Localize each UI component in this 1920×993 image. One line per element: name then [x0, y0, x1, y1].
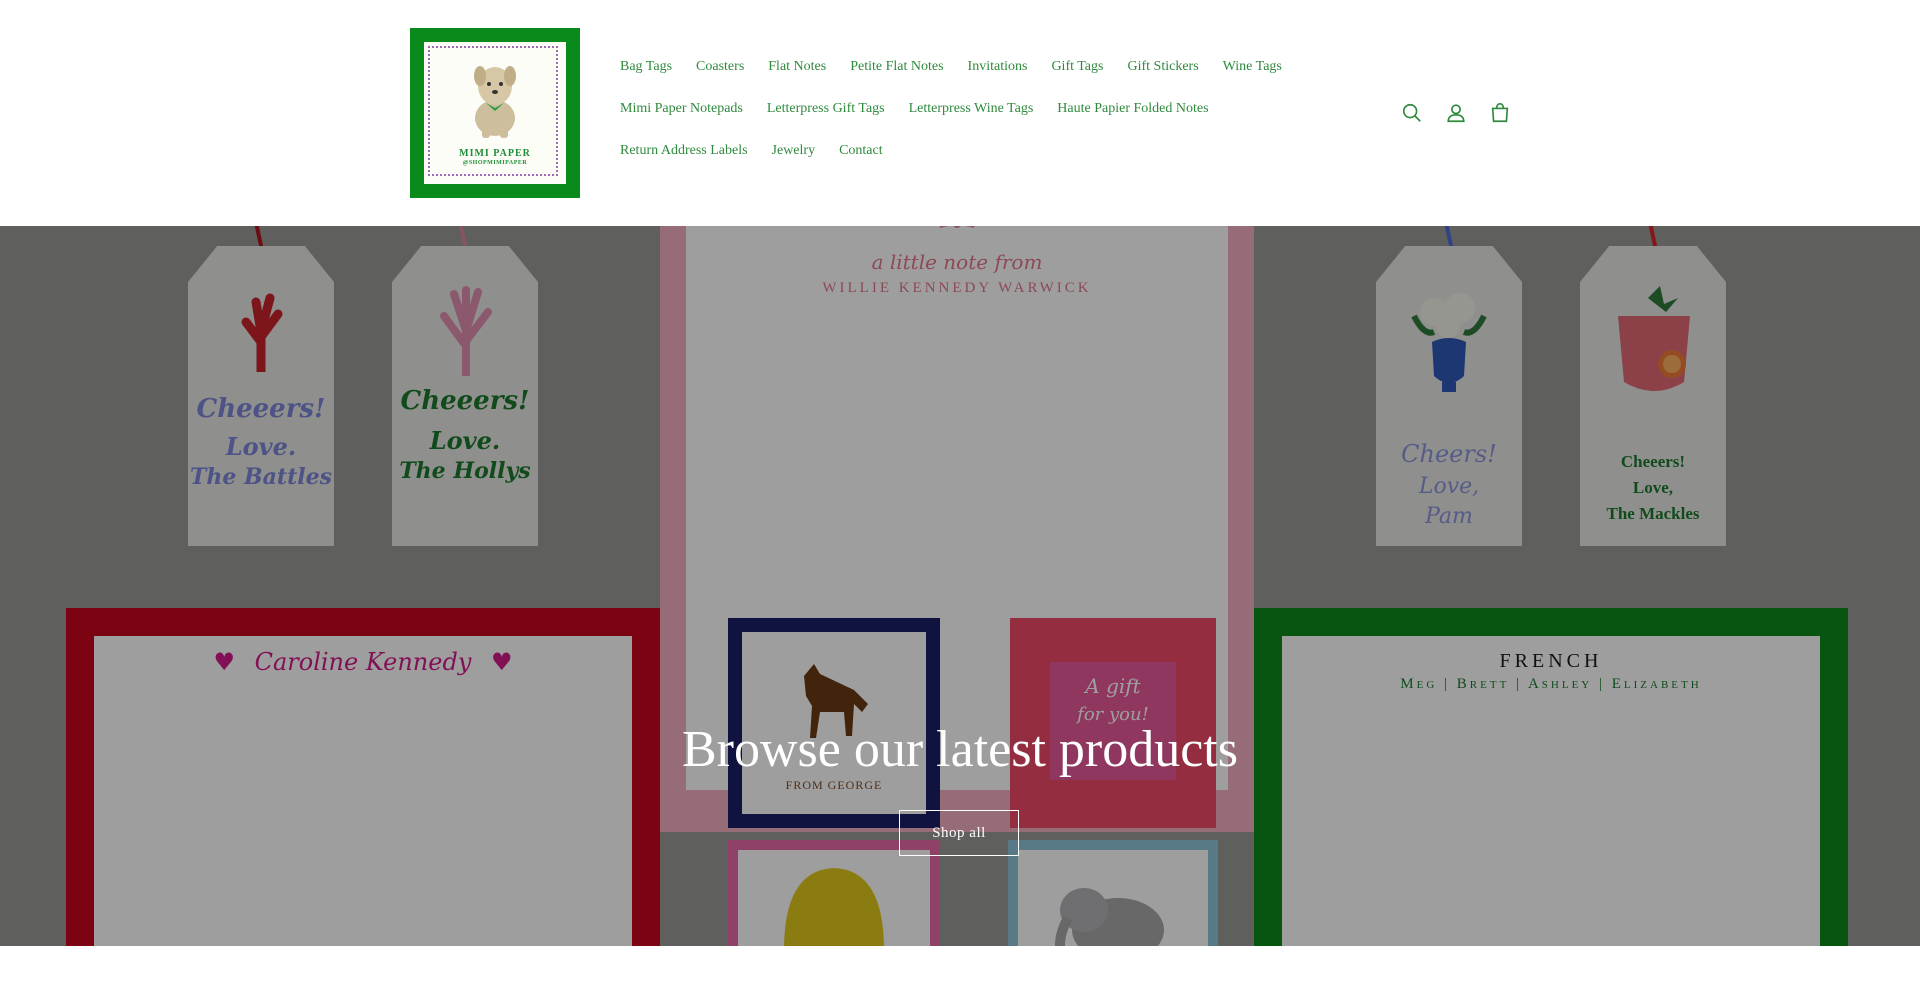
tag-line3: The Hollys: [399, 458, 531, 484]
nav-item-folded-notes[interactable]: Haute Papier Folded Notes: [1057, 101, 1208, 117]
nav-item-letterpress-gift-tags[interactable]: Letterpress Gift Tags: [767, 101, 885, 117]
account-button[interactable]: [1434, 100, 1478, 126]
note-card: FRENCH Meg | Brett | Ashley | Elizabeth: [1282, 636, 1820, 946]
tag-line3: The Mackles: [1606, 504, 1700, 523]
tag-line1: Cheers!: [1401, 440, 1497, 468]
gift-tag-hollys: Cheeers! Love. The Hollys: [392, 246, 538, 546]
logo-handle: @SHOPMIMIPAPER: [462, 160, 528, 166]
leaf-icon: [440, 286, 492, 376]
coral-icon: [241, 293, 283, 372]
search-button[interactable]: [1390, 100, 1434, 126]
nav-item-bag-tags[interactable]: Bag Tags: [620, 59, 672, 75]
nav-item-wine-tags[interactable]: Wine Tags: [1223, 59, 1282, 75]
nav-item-petite-flat-notes[interactable]: Petite Flat Notes: [850, 59, 943, 75]
heart-icon: ♥: [491, 648, 513, 676]
nav-row-2: Mimi Paper Notepads Letterpress Gift Tag…: [607, 88, 1337, 130]
site-header: MIMI PAPER @SHOPMIMIPAPER Bag Tags Coast…: [0, 0, 1920, 226]
bow-icon: [939, 226, 975, 228]
heart-icon: ♥: [213, 648, 235, 676]
card-text: FROM GEORGE: [785, 778, 883, 792]
product-card-elephant: [1008, 840, 1218, 946]
search-icon: [1402, 103, 1421, 122]
site-logo[interactable]: MIMI PAPER @SHOPMIMIPAPER: [410, 28, 580, 198]
gift-tag-pam: Cheers! Love, Pam: [1376, 246, 1522, 546]
note-line2: WILLIE KENNEDY WARWICK: [822, 280, 1092, 296]
tag-line1: Cheeers!: [1620, 452, 1686, 471]
header-icons: [1390, 100, 1522, 126]
shell-icon: [784, 868, 884, 946]
note-name: Caroline Kennedy: [254, 648, 472, 676]
gift-line1: A gift: [1085, 674, 1141, 698]
tag-line3: Pam: [1425, 504, 1473, 529]
main-nav: Bag Tags Coasters Flat Notes Petite Flat…: [607, 46, 1337, 172]
tag-line2: Love,: [1418, 474, 1480, 499]
flower-vase-icon: [1411, 293, 1487, 392]
hero-title: Browse our latest products: [681, 721, 1238, 778]
nav-item-invitations[interactable]: Invitations: [968, 59, 1028, 75]
gift-tag-battles: Cheeers! Love. The Battles: [188, 246, 334, 546]
tag-line2: Love.: [429, 426, 501, 455]
cart-button[interactable]: [1478, 100, 1522, 126]
cocktail-icon: [1618, 286, 1690, 391]
card-inner: [1018, 850, 1208, 946]
logo-title: MIMI PAPER: [459, 148, 531, 159]
nav-item-jewelry[interactable]: Jewelry: [772, 143, 816, 159]
dog-logo-icon: [474, 66, 516, 138]
logo-card: MIMI PAPER @SHOPMIMIPAPER: [424, 42, 566, 184]
tag-line2: Love.: [225, 432, 297, 461]
cart-icon: [1491, 103, 1509, 123]
elephant-icon: [1055, 888, 1164, 946]
note-line2: Meg | Brett | Ashley | Elizabeth: [1400, 676, 1702, 692]
tag-line1: Cheeers!: [400, 386, 530, 416]
account-icon: [1447, 104, 1465, 123]
nav-item-contact[interactable]: Contact: [839, 143, 883, 159]
nav-item-letterpress-wine-tags[interactable]: Letterpress Wine Tags: [909, 101, 1034, 117]
shop-all-button[interactable]: Shop all: [899, 810, 1019, 856]
nav-item-notepads[interactable]: Mimi Paper Notepads: [620, 101, 743, 117]
nav-item-gift-tags[interactable]: Gift Tags: [1051, 59, 1103, 75]
note-card: ♥ Caroline Kennedy ♥: [94, 636, 632, 946]
tag-line1: Cheeers!: [196, 394, 326, 424]
tag-line3: The Battles: [190, 464, 332, 490]
tag-line2: Love,: [1632, 478, 1674, 497]
note-line1: FRENCH: [1499, 650, 1603, 672]
card-inner: [738, 850, 930, 946]
hero-banner: Cheeers! Love. The Battles Cheeers! Love…: [0, 226, 1920, 946]
nav-item-gift-stickers[interactable]: Gift Stickers: [1127, 59, 1198, 75]
nav-item-coasters[interactable]: Coasters: [696, 59, 744, 75]
nav-item-return-address-labels[interactable]: Return Address Labels: [620, 143, 748, 159]
note-name-row: ♥ Caroline Kennedy ♥: [94, 648, 632, 676]
nav-row-3: Return Address Labels Jewelry Contact: [607, 130, 1337, 172]
note-line1: a little note from: [871, 250, 1043, 274]
nav-item-flat-notes[interactable]: Flat Notes: [768, 59, 826, 75]
gift-tag-mackles: Cheeers! Love, The Mackles: [1580, 246, 1726, 546]
nav-row-1: Bag Tags Coasters Flat Notes Petite Flat…: [607, 46, 1337, 88]
